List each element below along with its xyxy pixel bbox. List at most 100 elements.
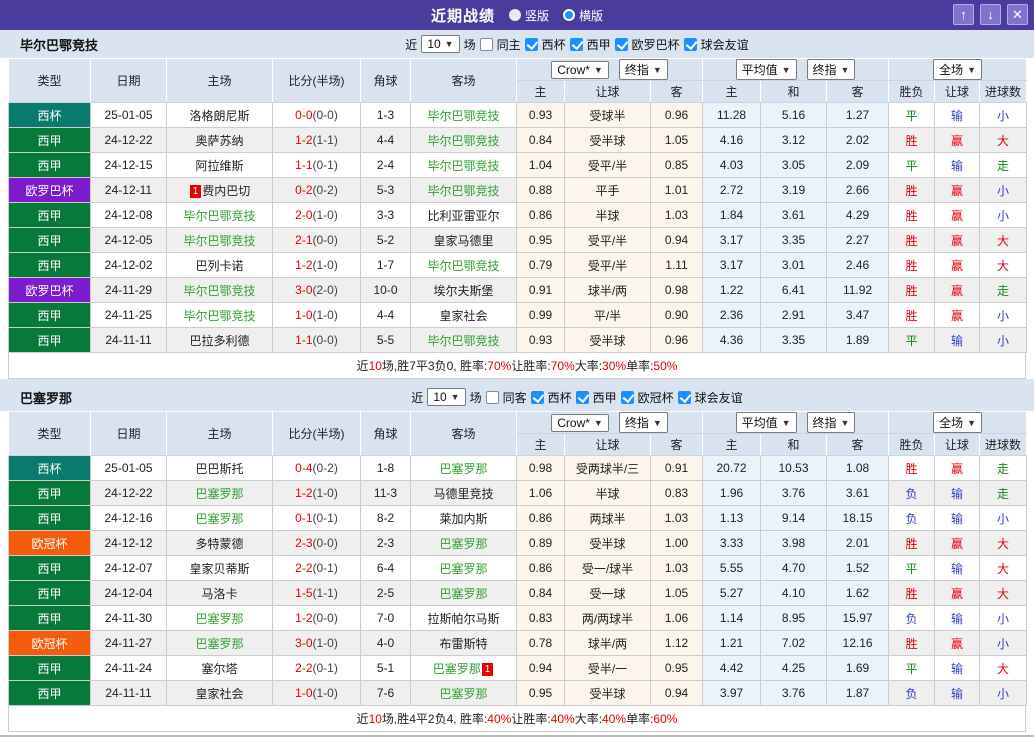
match-type-cell: 欧罗巴杯 [8,177,91,203]
score-cell: 1-2(1-1) [272,127,361,153]
score-cell: 2-3(0-0) [272,530,361,556]
average-select[interactable]: 平均值 ▼ [735,412,797,433]
average-select[interactable]: 平均值 ▼ [735,59,797,80]
match-type-cell: 西甲 [8,327,91,353]
final-odds-select-2[interactable]: 终指 ▼ [806,59,856,80]
handicap-line: 受平/半 [564,152,651,178]
handicap-home-odds: 0.91 [516,277,565,303]
score-cell: 1-2(0-0) [272,605,361,631]
radio-vertical-layout[interactable]: 竖版 [508,7,549,24]
avg-away-odds: 2.46 [826,252,890,278]
bookmaker-select[interactable]: Crow* ▼ [551,413,609,432]
home-team-name: 巴塞罗那 [195,636,244,651]
comp-checkbox-liga[interactable] [569,37,583,51]
avg-away-odds: 2.02 [826,127,890,153]
match-count-value: 10 [427,37,441,51]
score-cell: 1-0(1-0) [272,302,361,328]
match-date-cell: 24-11-27 [90,630,167,656]
radio-selected-icon[interactable] [563,9,575,21]
result-handicap: 赢 [934,177,981,203]
home-team-name: 费内巴切 [202,183,251,198]
average-group-header: 平均值 ▼ 终指 ▼ [702,411,890,434]
halftime-score: (0-2) [312,461,338,475]
score-cell: 2-2(0-1) [272,655,361,681]
chevron-down-icon: ▼ [967,417,977,428]
halftime-score: (1-0) [312,636,338,650]
table-row: 西甲 24-12-08 毕尔巴鄂竞技 2-0(1-0) 3-3 比利亚雷亚尔 0… [8,202,1028,228]
handicap-home-odds: 0.83 [516,605,565,631]
avg-away-odds: 1.27 [826,102,890,128]
radio-horizontal-label: 横版 [579,8,604,23]
home-team-name: 马洛卡 [201,586,238,601]
result-goals: 小 [979,605,1028,631]
comp-checkbox-cup[interactable] [524,37,538,51]
result-goals: 走 [979,480,1028,506]
away-team-name: 毕尔巴鄂竞技 [427,333,500,348]
corner-cell: 1-8 [360,455,411,481]
result-wdl: 胜 [888,127,936,153]
score-cell: 2-0(1-0) [272,202,361,228]
result-handicap: 输 [934,680,981,706]
home-team-cell: 巴塞罗那 [166,505,273,531]
avg-draw-odds: 3.12 [760,127,828,153]
avg-away-odds: 4.29 [826,202,890,228]
halftime-score: (0-1) [312,661,338,675]
summary-segment: 10 [368,711,382,726]
match-type-cell: 西杯 [8,455,91,481]
same-venue-checkbox[interactable] [485,390,499,404]
move-up-button[interactable]: ↑ [953,4,974,25]
final-odds-select-2[interactable]: 终指 ▼ [806,412,856,433]
radio-horizontal-layout[interactable]: 横版 [563,7,603,24]
move-down-button[interactable]: ↓ [980,4,1001,25]
close-button[interactable]: ✕ [1007,4,1028,25]
away-team-name: 比利亚雷亚尔 [427,208,500,223]
chevron-down-icon: ▼ [450,392,460,402]
home-team-cell: 洛格朗尼斯 [166,102,273,128]
home-team-name: 皇家贝蒂斯 [189,561,250,576]
home-team-name: 巴塞罗那 [195,611,244,626]
comp-checkbox-liga[interactable] [575,390,589,404]
comp-checkbox-ucl[interactable] [620,390,634,404]
avg-draw-odds: 4.10 [760,580,828,606]
fulltime-score: 1-2 [295,133,313,147]
comp-checkbox-friendly[interactable] [683,37,697,51]
fulltime-select[interactable]: 全场 ▼ [933,412,983,433]
handicap-home-odds: 0.99 [516,302,565,328]
result-wdl: 负 [888,605,936,631]
avg-home-odds: 3.97 [702,680,762,706]
match-date-cell: 24-11-11 [90,327,167,353]
avg-draw-odds: 8.95 [760,605,828,631]
halftime-score: (1-0) [312,486,338,500]
table-row: 西甲 24-12-22 巴塞罗那 1-2(1-0) 11-3 马德里竞技 1.0… [8,480,1028,506]
result-handicap: 输 [934,152,981,178]
avg-home-odds: 5.55 [702,555,762,581]
corner-cell: 2-4 [360,152,411,178]
col-corner: 角球 [360,411,411,456]
radio-unselected-icon[interactable] [508,9,521,21]
away-team-name: 毕尔巴鄂竞技 [427,133,500,148]
match-date-cell: 24-12-04 [90,580,167,606]
away-team-cell: 毕尔巴鄂竞技 [410,102,517,128]
comp-checkbox-cup[interactable] [530,390,544,404]
fulltime-select[interactable]: 全场 ▼ [933,59,983,80]
score-cell: 2-1(0-0) [272,227,361,253]
score-cell: 0-0(0-0) [272,102,361,128]
summary-bilbao: 近 10 场,胜7平3负0, 胜率: 70% 让胜率: 70% 大率: 30% 单率: 50… [8,353,1026,379]
comp-checkbox-europa[interactable] [614,37,628,51]
bookmaker-select[interactable]: Crow* ▼ [551,60,609,79]
comp-label-friendly: 球会友谊 [700,37,749,52]
same-venue-checkbox[interactable] [479,37,493,51]
home-team-name: 毕尔巴鄂竞技 [183,283,256,298]
final-odds-select[interactable]: 终指 ▼ [618,412,668,433]
avg-away-odds: 2.09 [826,152,890,178]
match-count-select[interactable]: 10 ▼ [427,388,466,406]
col-home: 主场 [166,58,273,103]
handicap-group-header: Crow* ▼ 终指 ▼ [515,411,704,434]
result-goals: 小 [979,302,1028,328]
avg-draw-odds: 7.02 [760,630,828,656]
comp-checkbox-friendly[interactable] [677,390,691,404]
home-team-name: 巴塞罗那 [195,511,244,526]
final-odds-select[interactable]: 终指 ▼ [618,59,668,80]
match-count-select[interactable]: 10 ▼ [421,35,460,53]
match-type-cell: 西甲 [8,655,91,681]
